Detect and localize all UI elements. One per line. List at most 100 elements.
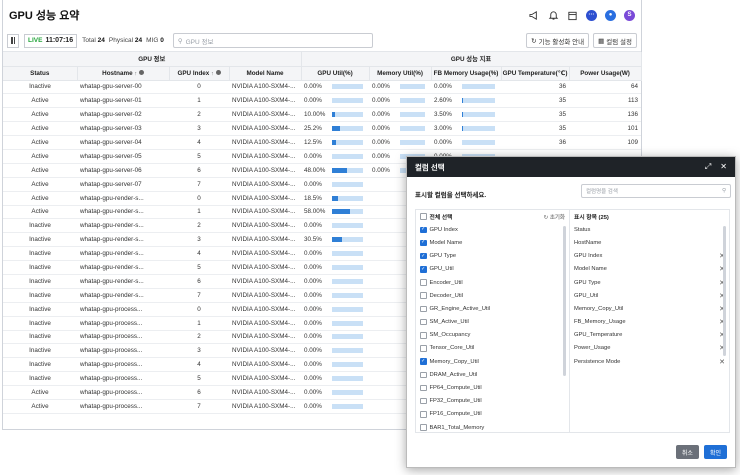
column-option[interactable]: ✓ GPU_Util (416, 263, 569, 276)
hostname-cell: whatap-gpu-process... (77, 330, 169, 345)
checked-checkbox[interactable]: ✓ (420, 252, 427, 260)
column-option[interactable]: Tensor_Core_Util (416, 342, 569, 355)
col-mem-util[interactable]: Memory Util(%) (369, 66, 432, 81)
checkbox[interactable] (420, 332, 427, 339)
calendar-icon[interactable] (567, 10, 578, 21)
status-cell: Inactive (3, 274, 77, 289)
gpu-util-bar-fill (332, 167, 347, 173)
column-option[interactable]: Decoder_Util (416, 289, 569, 302)
fb-usage-value: 0.00% (434, 83, 452, 91)
column-option[interactable]: ✓ Memory_Copy_Util (416, 355, 569, 368)
select-all-checkbox[interactable] (420, 213, 427, 220)
close-icon[interactable]: ✕ (720, 162, 727, 172)
checkbox[interactable] (420, 318, 427, 326)
checkbox[interactable] (420, 345, 427, 352)
col-gpu-util[interactable]: GPU Util(%) (301, 66, 370, 81)
column-option[interactable]: ✓ GPU Type (416, 250, 569, 263)
avatar[interactable]: S (624, 9, 635, 21)
select-all-row[interactable]: 전체 선택 ↻ 초기화 (416, 210, 569, 223)
confirm-button[interactable]: 확인 (703, 445, 727, 459)
selected-column[interactable]: GPU_Temperature✕ (570, 329, 729, 342)
gpu-search-input[interactable]: ⚲ GPU 정보 (172, 33, 373, 48)
column-option[interactable]: BAR1_Total_Memory (416, 421, 569, 434)
right-scrollbar[interactable] (723, 226, 726, 356)
table-row[interactable]: Active whatap-gpu-server-03 3 NVIDIA A100-S… (3, 121, 642, 137)
checkbox[interactable] (420, 384, 427, 392)
selected-column[interactable]: GPU_Util✕ (570, 289, 729, 302)
column-option[interactable]: Encoder_Util (416, 276, 569, 289)
selected-columns-list: StatusHostNameGPU Index✕Model Name✕GPU T… (570, 223, 729, 368)
group-gpu-info: GPU 정보 (3, 52, 302, 67)
table-row[interactable]: Inactive whatap-gpu-server-00 0 NVIDIA A100… (3, 80, 642, 95)
column-option[interactable]: SM_Occupancy (416, 329, 569, 342)
sort-icon[interactable]: ↑ (134, 71, 137, 77)
cancel-button[interactable]: 취소 (675, 445, 699, 459)
column-option[interactable]: ✓ Model Name (416, 236, 569, 249)
feature-guide-button[interactable]: ↻ 기능 활성화 안내 (526, 33, 590, 48)
checkbox[interactable] (420, 279, 427, 286)
sort-icon[interactable]: ↑ (211, 71, 214, 77)
column-option[interactable]: FP64_Compute_Util (416, 381, 569, 394)
selected-column[interactable]: GPU Index✕ (570, 250, 729, 263)
column-option[interactable]: FP16_Compute_Util (416, 408, 569, 421)
table-row[interactable]: Active whatap-gpu-server-04 4 NVIDIA A100-S… (3, 135, 642, 150)
selected-column[interactable]: HostName (570, 236, 729, 249)
gpu-util-value: 0.00% (304, 305, 322, 313)
reset-button[interactable]: ↻ 초기화 (544, 213, 565, 221)
checkbox[interactable] (420, 411, 427, 418)
selected-column[interactable]: GPU Type✕ (570, 276, 729, 289)
col-gpu-temp[interactable]: GPU Temperature(℃) (501, 66, 570, 81)
pause-button[interactable] (7, 33, 19, 48)
gpu-util-value: 10.00% (304, 111, 326, 119)
model-cell: NVIDIA A100-SXM4-... (229, 274, 302, 289)
col-fb-usage[interactable]: FB Memory Usage(%) (431, 66, 502, 81)
column-option-label: Encoder_Util (429, 279, 463, 286)
model-cell: NVIDIA A100-SXM4-... (229, 316, 302, 331)
gpu-util-bar (332, 334, 364, 340)
status-cell: Active (3, 191, 77, 206)
column-option[interactable]: ✓ GPU Index (416, 223, 569, 236)
selected-column[interactable]: FB_Memory_Usage✕ (570, 316, 729, 329)
checked-checkbox[interactable]: ✓ (420, 239, 427, 247)
checkbox[interactable] (420, 371, 427, 379)
table-row[interactable]: Active whatap-gpu-server-01 1 NVIDIA A100-S… (3, 93, 642, 109)
mem-util-value: 0.00% (372, 139, 390, 146)
checkbox[interactable] (420, 305, 427, 313)
column-option[interactable]: SM_Active_Util (416, 316, 569, 329)
megaphone-icon[interactable] (529, 10, 540, 21)
column-option[interactable]: FP32_Compute_Util (416, 395, 569, 408)
selected-column[interactable]: Memory_Copy_Util✕ (570, 302, 729, 315)
gpu-index-cell: 0 (169, 302, 229, 317)
checked-checkbox[interactable]: ✓ (420, 266, 427, 273)
checkbox[interactable] (420, 424, 427, 431)
left-scrollbar[interactable] (563, 226, 566, 376)
column-option[interactable]: GR_Engine_Active_Util (416, 302, 569, 315)
chat-icon[interactable]: ● (605, 9, 616, 21)
checkbox[interactable] (420, 292, 427, 299)
remove-icon[interactable]: ✕ (719, 358, 725, 366)
checkbox[interactable] (420, 397, 427, 405)
col-status[interactable]: Status (3, 66, 78, 81)
column-search-input[interactable]: 컬럼명을 검색 ⚲ (581, 184, 731, 198)
column-option[interactable]: DRAM_Active_Util (416, 368, 569, 381)
gpu-util-bar (332, 292, 364, 298)
table-row[interactable]: Active whatap-gpu-server-02 2 NVIDIA A100-S… (3, 107, 642, 123)
col-power[interactable]: Power Usage(W) (569, 66, 642, 81)
col-model[interactable]: Model Name (229, 66, 302, 81)
status-cell: Inactive (3, 288, 77, 303)
checked-checkbox[interactable]: ✓ (420, 226, 427, 234)
selected-column[interactable]: Power_Usage✕ (570, 342, 729, 355)
expand-icon[interactable]: ⤢ (705, 162, 711, 172)
selected-column[interactable]: Persistence Mode ✕ (570, 355, 729, 368)
checked-checkbox[interactable]: ✓ (420, 358, 427, 365)
selected-column[interactable]: Status (570, 223, 729, 236)
gpu-util-cell: 58.00% (301, 205, 370, 220)
column-settings-button[interactable]: ▦ 컬럼 설정 (593, 33, 637, 48)
column-option-label: GPU_Util (429, 266, 454, 273)
bell-icon[interactable] (548, 10, 559, 21)
more-icon[interactable]: ··· (586, 9, 597, 21)
col-gpu-index[interactable]: GPU Index ↑ (169, 66, 230, 81)
selected-column[interactable]: Model Name✕ (570, 263, 729, 276)
gpu-util-bar (332, 126, 364, 132)
col-hostname[interactable]: Hostname ↑ (77, 66, 170, 81)
